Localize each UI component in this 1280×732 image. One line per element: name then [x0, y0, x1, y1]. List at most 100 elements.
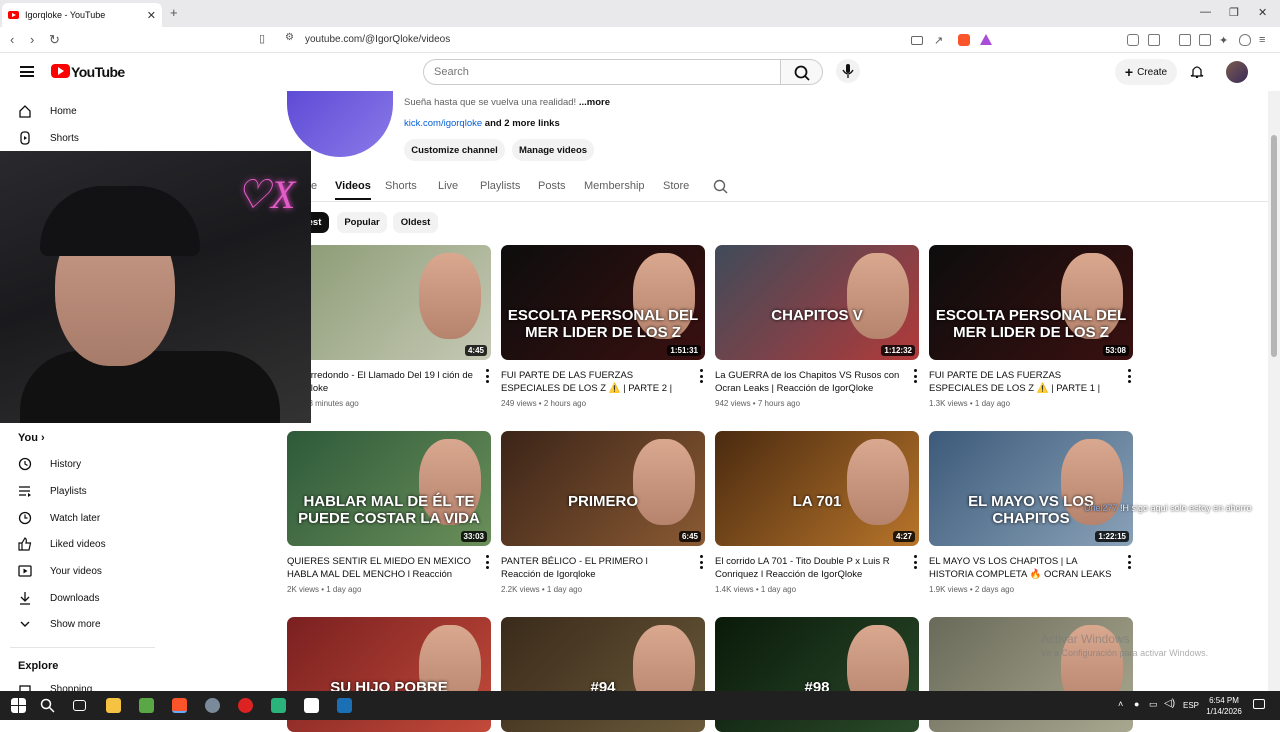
channel-description[interactable]: Sueña hasta que se vuelva una realidad! …	[404, 97, 610, 108]
scrollbar-thumb[interactable]	[1271, 135, 1277, 357]
tab-groups-icon[interactable]	[1199, 34, 1211, 46]
store-icon[interactable]	[139, 698, 154, 713]
notifications-bell-icon[interactable]	[1190, 64, 1204, 78]
video-card[interactable]: CHAPITOS V 1:12:32 La GUERRA de los Chapit…	[715, 245, 919, 408]
video-options-icon[interactable]	[913, 555, 917, 569]
youtube-logo-icon[interactable]	[51, 64, 70, 78]
app-icon-3[interactable]	[271, 698, 286, 713]
leo-ai-icon[interactable]: ✦	[1219, 34, 1231, 47]
microphone-tray-icon[interactable]: ●	[1134, 699, 1139, 709]
cast-icon[interactable]	[911, 36, 923, 45]
hamburger-menu-icon[interactable]	[20, 66, 34, 77]
steam-icon[interactable]	[337, 698, 352, 713]
sidebar-item-liked-videos[interactable]: Liked videos	[18, 533, 148, 555]
more-link[interactable]: ...more	[579, 97, 610, 108]
video-thumbnail[interactable]: CHAPITOS V 1:12:32	[715, 245, 919, 360]
app-icon-4[interactable]	[304, 698, 319, 713]
app-icon-1[interactable]	[205, 698, 220, 713]
bookmark-icon[interactable]: ▯	[259, 32, 265, 45]
tab-membership[interactable]: Membership	[584, 180, 645, 192]
video-thumbnail[interactable]: LA 701 4:27	[715, 431, 919, 546]
chip-oldest[interactable]: Oldest	[393, 212, 438, 233]
close-tab-icon[interactable]: ✕	[147, 9, 156, 22]
taskbar-search-icon[interactable]	[40, 698, 55, 713]
windows-start-icon[interactable]	[11, 698, 26, 713]
video-thumbnail[interactable]: ESCOLTA PERSONAL DEL MER LIDER DE LOS Z 1…	[501, 245, 705, 360]
more-links[interactable]: and 2 more links	[485, 118, 560, 129]
video-thumbnail[interactable]: HABLAR MAL DE ÉL TE PUEDE COSTAR LA VIDA…	[287, 431, 491, 546]
video-options-icon[interactable]	[1127, 555, 1131, 569]
notifications-icon[interactable]	[1253, 699, 1265, 709]
volume-icon[interactable]: ◁)	[1164, 698, 1175, 709]
menu-icon[interactable]: ≡	[1259, 34, 1271, 46]
tab-home[interactable]: e	[311, 180, 317, 192]
channel-search-icon[interactable]	[713, 179, 729, 195]
kick-link[interactable]: kick.com/igorqloke	[404, 118, 482, 129]
sidebar-you-header[interactable]: You ›	[18, 432, 45, 444]
video-thumbnail[interactable]: 4:45	[287, 245, 491, 360]
video-thumbnail[interactable]: EL MAYO VS LOS CHAPITOS 1:22:15	[929, 431, 1133, 546]
video-card[interactable]: LA 701 4:27 El corrido LA 701 - Tito Doubl…	[715, 431, 919, 594]
back-icon[interactable]: ‹	[10, 32, 14, 47]
minimize-icon[interactable]: —	[1200, 6, 1211, 18]
video-options-icon[interactable]	[485, 369, 489, 383]
video-title[interactable]: FUI PARTE DE LAS FUERZAS ESPECIALES DE L…	[501, 369, 705, 395]
search-input[interactable]	[423, 59, 781, 85]
file-explorer-icon[interactable]	[106, 698, 121, 713]
sidebar-item-playlists[interactable]: Playlists	[18, 480, 148, 502]
video-options-icon[interactable]	[485, 555, 489, 569]
sidebar-item-downloads[interactable]: Downloads	[18, 587, 148, 609]
video-title[interactable]: PANTER BÉLICO - EL PRIMERO l Reacción de…	[501, 555, 705, 581]
page-scrollbar[interactable]	[1268, 91, 1280, 691]
tab-store[interactable]: Store	[663, 180, 689, 192]
wallet-icon[interactable]	[1148, 34, 1160, 46]
create-button[interactable]: + Create	[1115, 59, 1177, 85]
manage-videos-button[interactable]: Manage videos	[512, 139, 594, 161]
brave-taskbar-icon[interactable]	[172, 698, 187, 713]
task-view-icon[interactable]	[73, 700, 86, 711]
tab-videos[interactable]: Videos	[335, 180, 371, 200]
customize-channel-button[interactable]: Customize channel	[404, 139, 505, 161]
video-card[interactable]: HABLAR MAL DE ÉL TE PUEDE COSTAR LA VIDA…	[287, 431, 491, 594]
language-indicator[interactable]: ESP	[1183, 701, 1199, 710]
app-icon-2[interactable]	[238, 698, 253, 713]
voice-search-button[interactable]	[836, 59, 860, 83]
video-title[interactable]: EL MAYO VS LOS CHAPITOS | LA HISTORIA CO…	[929, 555, 1133, 581]
video-options-icon[interactable]	[699, 369, 703, 383]
restore-icon[interactable]: ❐	[1229, 6, 1239, 19]
tab-live[interactable]: Live	[438, 180, 458, 192]
tray-chevron-icon[interactable]: ˄	[1118, 699, 1123, 709]
video-card[interactable]: ESCOLTA PERSONAL DEL MER LIDER DE LOS Z 1…	[501, 245, 705, 408]
sidebar-item-watch-later[interactable]: Watch later	[18, 507, 148, 529]
share-icon[interactable]: ↗	[934, 34, 946, 47]
site-info-icon[interactable]: ⚙	[285, 32, 294, 43]
video-title[interactable]: El corrido LA 701 - Tito Double P x Luis…	[715, 555, 919, 581]
video-card[interactable]: PRIMERO 6:45 PANTER BÉLICO - EL PRIMERO l …	[501, 431, 705, 594]
channel-avatar[interactable]	[287, 91, 393, 157]
new-tab-icon[interactable]: +	[170, 5, 178, 20]
youtube-wordmark[interactable]: YouTube	[71, 64, 125, 80]
sidebar-toggle-icon[interactable]	[1179, 34, 1191, 46]
video-title[interactable]: La GUERRA de los Chapitos VS Rusos con O…	[715, 369, 919, 395]
tab-posts[interactable]: Posts	[538, 180, 566, 192]
video-card[interactable]: 4:45 nito Arredondo - El Llamado Del 19 l…	[287, 245, 491, 408]
sidebar-item-home[interactable]: Home	[18, 100, 148, 122]
vpn-icon[interactable]	[1239, 34, 1251, 46]
video-title[interactable]: FUI PARTE DE LAS FUERZAS ESPECIALES DE L…	[929, 369, 1133, 395]
sidebar-item-history[interactable]: History	[18, 453, 148, 475]
url-text[interactable]: youtube.com/@IgorQloke/videos	[305, 34, 450, 45]
account-avatar[interactable]	[1226, 61, 1248, 83]
taskbar-clock[interactable]: 6:54 PM 1/14/2026	[1200, 695, 1248, 717]
video-options-icon[interactable]	[699, 555, 703, 569]
close-window-icon[interactable]: ✕	[1258, 6, 1267, 19]
brave-shield-icon[interactable]	[958, 34, 970, 46]
video-thumbnail[interactable]: PRIMERO 6:45	[501, 431, 705, 546]
video-options-icon[interactable]	[913, 369, 917, 383]
forward-icon[interactable]: ›	[30, 32, 34, 47]
sidebar-item-shorts[interactable]: Shorts	[18, 127, 148, 149]
tab-shorts[interactable]: Shorts	[385, 180, 417, 192]
video-title[interactable]: QUIERES SENTIR EL MIEDO EN MEXICO HABLA …	[287, 555, 491, 581]
sidebar-item-your-videos[interactable]: Your videos	[18, 560, 148, 582]
brave-rewards-icon[interactable]	[980, 34, 992, 45]
sidebar-item-show-more[interactable]: Show more	[18, 613, 148, 635]
